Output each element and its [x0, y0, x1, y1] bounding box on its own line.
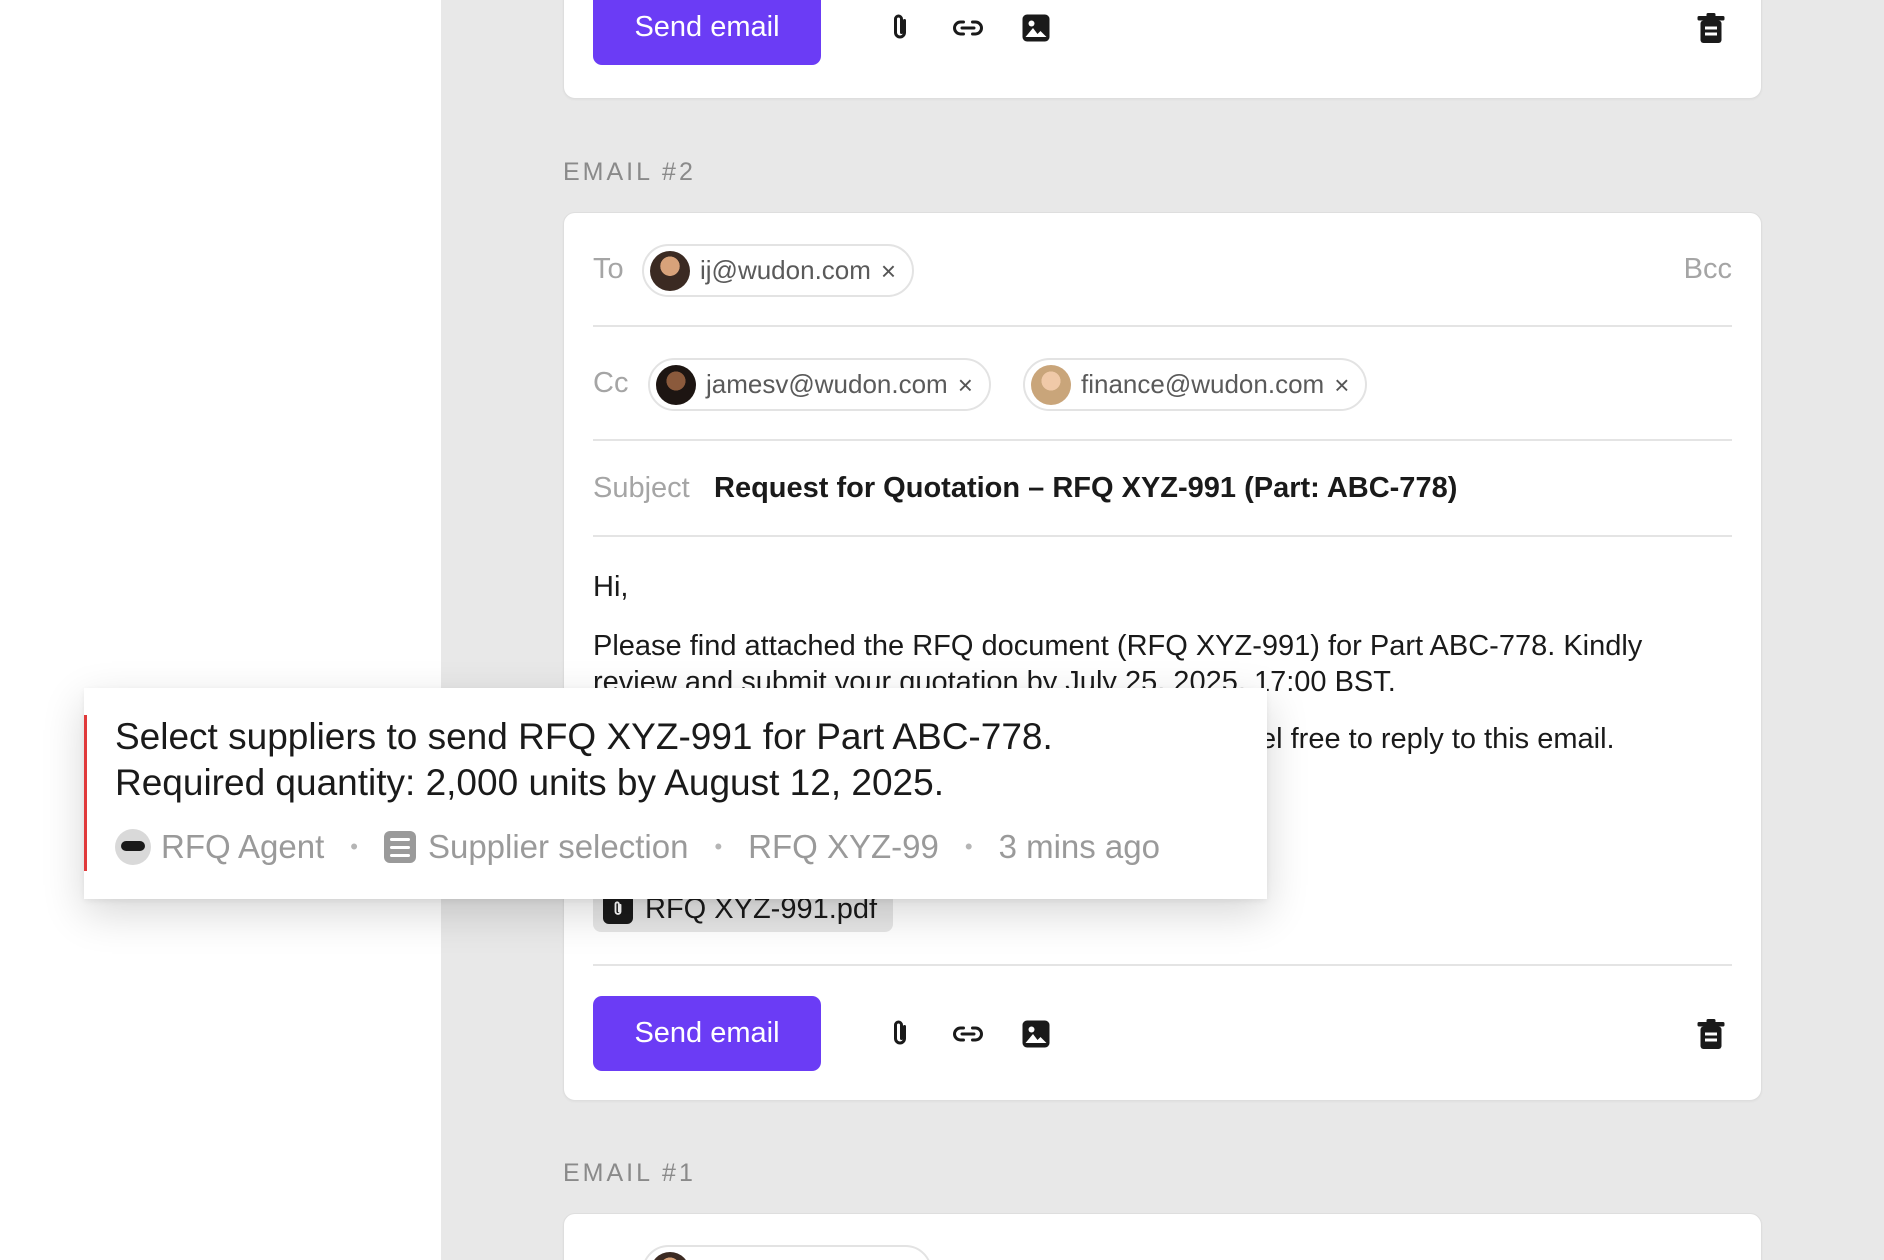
agent-icon [115, 829, 151, 865]
agent-name: RFQ Agent [161, 828, 325, 865]
step-name: Supplier selection [427, 828, 689, 865]
checklist-icon [383, 831, 416, 863]
avatar [650, 250, 690, 291]
notification-meta: RFQ Agent • Supplier selection • RFQ XYZ… [115, 828, 1160, 866]
paperclip-icon[interactable] [880, 1014, 920, 1054]
image-icon[interactable] [1016, 8, 1056, 48]
avatar [656, 364, 696, 405]
separator: • [350, 834, 358, 859]
email-body-line[interactable]: Please find attached the RFQ document (R… [593, 628, 1642, 664]
avatar [1031, 364, 1071, 405]
email-card-1 [563, 1213, 1762, 1260]
task-notification-card[interactable]: Select suppliers to send RFQ XYZ-991 for… [84, 688, 1267, 899]
avatar [650, 1251, 690, 1260]
timestamp: 3 mins ago [998, 828, 1160, 865]
email-card-top: Send email [563, 0, 1762, 99]
recipient-chip[interactable]: ij@wudon.com × [642, 244, 915, 297]
recipient-email: jamesv@wudon.com [706, 369, 948, 399]
image-icon[interactable] [1016, 1014, 1056, 1054]
recipient-chip[interactable] [642, 1245, 932, 1260]
subject-label: Subject [593, 472, 690, 504]
subject-input[interactable]: Request for Quotation – RFQ XYZ-991 (Par… [714, 472, 1457, 505]
trash-icon[interactable] [1691, 8, 1731, 48]
bcc-toggle[interactable]: Bcc [1684, 253, 1732, 286]
divider [593, 964, 1732, 966]
separator: • [964, 834, 973, 859]
email-body-greeting[interactable]: Hi, [593, 569, 628, 605]
email-card-2: To ij@wudon.com × Bcc Cc jamesv@wudon.co… [563, 212, 1762, 1101]
trash-icon[interactable] [1691, 1014, 1731, 1054]
send-email-button[interactable]: Send email [593, 996, 821, 1071]
send-email-button[interactable]: Send email [593, 0, 821, 65]
close-icon[interactable]: × [1334, 372, 1349, 398]
divider [593, 439, 1732, 441]
recipient-chip[interactable]: jamesv@wudon.com × [648, 358, 991, 411]
close-icon[interactable]: × [958, 372, 973, 398]
section-label-email-1: EMAIL #1 [563, 1159, 696, 1187]
notification-message-line: Required quantity: 2,000 units by August… [115, 762, 944, 803]
notification-message: Select suppliers to send RFQ XYZ-991 for… [115, 714, 1235, 806]
section-label-email-2: EMAIL #2 [563, 158, 696, 186]
divider [593, 325, 1732, 327]
cc-label: Cc [593, 367, 629, 399]
close-icon[interactable]: × [881, 258, 896, 284]
to-label: To [593, 253, 624, 285]
notification-message-line: Select suppliers to send RFQ XYZ-991 for… [115, 716, 1053, 757]
left-pane [0, 0, 441, 1260]
email-body-line[interactable]: el free to reply to this email. [1260, 721, 1615, 757]
link-icon[interactable] [948, 1014, 988, 1054]
rfq-reference: RFQ XYZ-99 [748, 828, 939, 865]
link-icon[interactable] [948, 8, 988, 48]
recipient-chip[interactable]: finance@wudon.com × [1023, 358, 1368, 411]
paperclip-icon[interactable] [880, 8, 920, 48]
priority-accent-bar [84, 715, 87, 871]
recipient-email: finance@wudon.com [1081, 369, 1325, 399]
recipient-email: ij@wudon.com [700, 255, 871, 285]
divider [593, 535, 1732, 537]
separator: • [714, 834, 723, 859]
